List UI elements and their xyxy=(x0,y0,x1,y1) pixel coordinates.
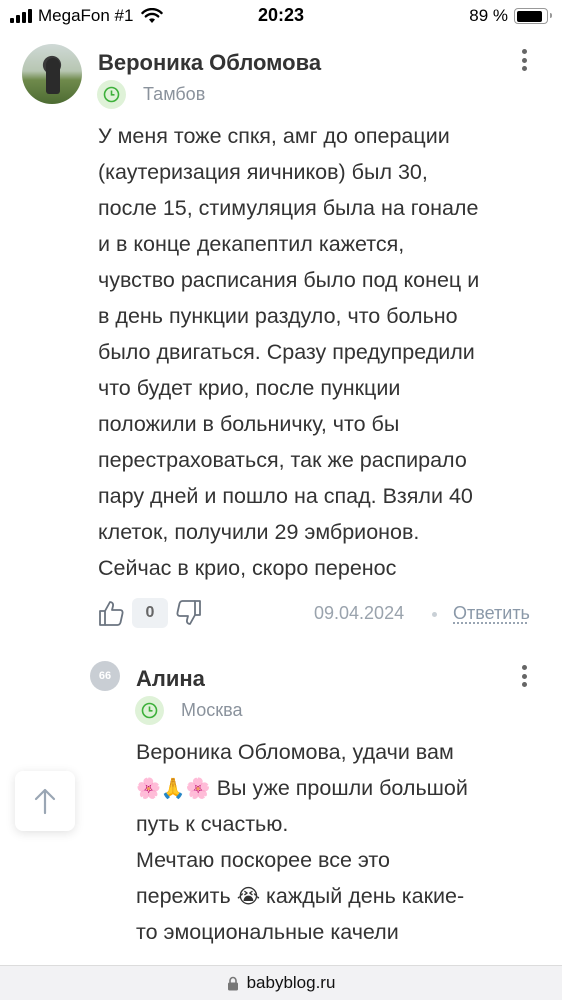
text-line: что будет крио, после пункции xyxy=(98,376,401,400)
text-line: положили в больничку, что бы xyxy=(98,412,400,436)
avatar[interactable] xyxy=(22,44,82,104)
mention-link[interactable]: Вероника Обломова xyxy=(136,740,341,764)
status-bar: MegaFon #1 20:23 89 % xyxy=(0,0,562,34)
url-text: babyblog.ru xyxy=(246,973,336,992)
battery-icon xyxy=(514,8,552,24)
text-segment: , удачи вам xyxy=(340,740,454,764)
text-line: У меня тоже спкя, амг до операции xyxy=(98,124,450,148)
more-vertical-icon[interactable] xyxy=(514,46,534,74)
separator-dot xyxy=(432,612,437,617)
text-line: то эмоциональные качели xyxy=(136,920,399,944)
text-segment: каждый день какие- xyxy=(260,884,465,908)
comment-text: У меня тоже спкя, амг до операции (каутер… xyxy=(98,118,479,586)
text-line: Мечтаю поскорее все это xyxy=(136,848,390,872)
author-location: Тамбов xyxy=(97,80,205,109)
cherry-blossom-icon: 🌸 xyxy=(185,778,211,800)
thumbs-up-icon[interactable] xyxy=(96,598,126,628)
text-line: пару дней и пошло на спад. Взяли 40 xyxy=(98,484,473,508)
scroll-to-top-button[interactable] xyxy=(15,771,75,831)
lock-icon xyxy=(227,976,238,990)
text-line: клеток, получили 29 эмбрионов. xyxy=(98,520,420,544)
vote-controls: 0 xyxy=(96,598,204,628)
loudly-crying-face-icon: 😭 xyxy=(236,886,261,908)
city-label: Москва xyxy=(181,700,243,720)
browser-url-bar[interactable]: babyblog.ru xyxy=(0,965,562,1000)
text-line: в день пункции раздуло, что больно xyxy=(98,304,458,328)
text-line: после 15, стимуляция была на гонале xyxy=(98,196,479,220)
text-segment: пережить xyxy=(136,884,237,908)
text-segment: Вы уже прошли большой xyxy=(210,776,468,800)
city-label: Тамбов xyxy=(143,84,206,104)
status-right: 89 % xyxy=(469,6,552,26)
thumbs-down-icon[interactable] xyxy=(174,598,204,628)
avatar[interactable]: 66 xyxy=(90,661,120,691)
text-line: (каутеризация яичников) был 30, xyxy=(98,160,428,184)
folded-hands-icon: 🙏 xyxy=(160,778,186,800)
text-line: и в конце декапептил кажется, xyxy=(98,232,405,256)
clock-icon xyxy=(97,80,126,109)
text-line: чувство расписания было под конец и xyxy=(98,268,480,292)
author-name[interactable]: Вероника Обломова xyxy=(98,50,321,76)
clock-icon xyxy=(135,696,164,725)
text-line: было двигаться. Сразу предупредили xyxy=(98,340,475,364)
battery-percent: 89 % xyxy=(469,6,508,25)
text-line: перестраховаться, так же распирало xyxy=(98,448,467,472)
author-name[interactable]: Алина xyxy=(136,666,205,692)
cherry-blossom-icon: 🌸 xyxy=(136,778,161,800)
arrow-up-icon xyxy=(34,788,56,815)
comment-date: 09.04.2024 xyxy=(314,603,405,623)
comment-text: Вероника Обломова, удачи вам 🌸🙏🌸 Вы уже … xyxy=(136,734,546,950)
text-line: путь к счастью. xyxy=(136,812,289,836)
text-line: Сейчас в крио, скоро перенос xyxy=(98,556,397,580)
reply-link[interactable]: Ответить xyxy=(453,603,530,624)
vote-count: 0 xyxy=(132,598,168,628)
more-vertical-icon[interactable] xyxy=(514,662,534,690)
author-location: Москва xyxy=(135,696,242,725)
